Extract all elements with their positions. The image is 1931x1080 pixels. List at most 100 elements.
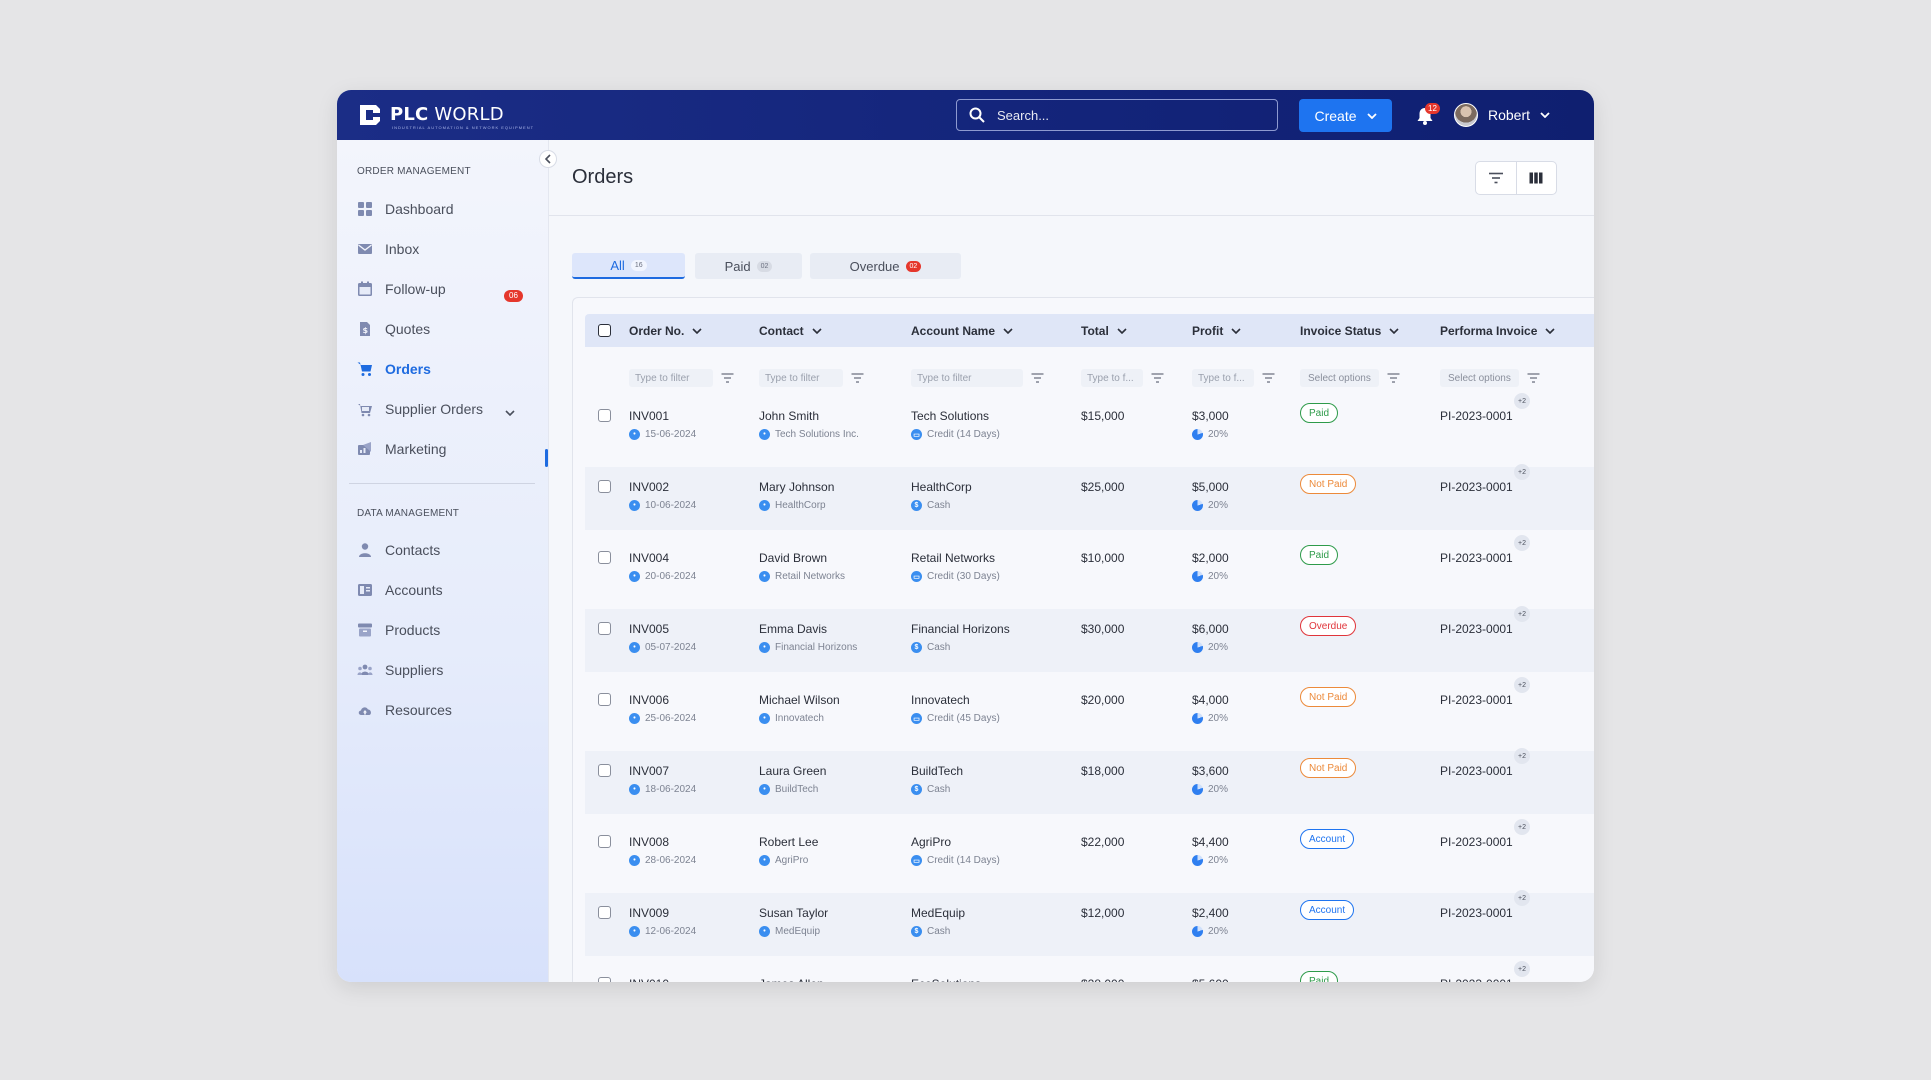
filter-lines-icon[interactable] bbox=[1262, 373, 1275, 383]
filter-lines-icon[interactable] bbox=[1387, 373, 1400, 383]
table-row[interactable]: INV006 • 25-06-2024 Michael Wilson • Innovate… bbox=[585, 677, 1594, 743]
order-number[interactable]: INV008 bbox=[629, 835, 669, 849]
order-number[interactable]: INV004 bbox=[629, 551, 669, 565]
status-badge[interactable]: Paid bbox=[1300, 545, 1339, 565]
row-checkbox[interactable] bbox=[598, 906, 611, 919]
sidebar-item-contacts[interactable]: Contacts bbox=[357, 538, 547, 562]
filter-input[interactable] bbox=[911, 369, 1023, 387]
table-row[interactable]: INV010 James Allen EcoSolutions $28,000 $5,6… bbox=[585, 961, 1594, 982]
performa-invoice-number[interactable]: PI-2023-0001 bbox=[1440, 835, 1513, 849]
sidebar-item-supplier-orders[interactable]: Supplier Orders bbox=[357, 397, 547, 421]
table-row[interactable]: INV004 • 20-06-2024 David Brown • Retail Netw… bbox=[585, 535, 1594, 601]
contact-name[interactable]: Mary Johnson bbox=[759, 480, 834, 494]
performa-invoice-number[interactable]: PI-2023-0001 bbox=[1440, 480, 1513, 494]
filter-input[interactable] bbox=[759, 369, 843, 387]
filter-input[interactable] bbox=[1192, 369, 1254, 387]
account-name[interactable]: MedEquip bbox=[911, 906, 965, 920]
column-header-contact[interactable]: Contact bbox=[759, 314, 822, 347]
account-name[interactable]: Retail Networks bbox=[911, 551, 995, 565]
status-badge[interactable]: Account bbox=[1300, 829, 1355, 849]
sidebar-item-products[interactable]: Products bbox=[357, 618, 547, 642]
search-box[interactable] bbox=[956, 99, 1278, 131]
table-row[interactable]: INV008 • 28-06-2024 Robert Lee • AgriPro AgriP… bbox=[585, 819, 1594, 885]
select-all-checkbox[interactable] bbox=[598, 324, 611, 337]
contact-name[interactable]: James Allen bbox=[759, 977, 824, 982]
performa-invoice-number[interactable]: PI-2023-0001 bbox=[1440, 977, 1513, 982]
tab-overdue[interactable]: Overdue 02 bbox=[810, 253, 961, 279]
column-header-order-no[interactable]: Order No. bbox=[629, 314, 702, 347]
row-checkbox[interactable] bbox=[598, 693, 611, 706]
sidebar-item-quotes[interactable]: $ Quotes bbox=[357, 317, 547, 341]
create-button[interactable]: Create bbox=[1299, 99, 1392, 132]
row-checkbox[interactable] bbox=[598, 977, 611, 982]
sidebar-item-follow-up[interactable]: Follow-up bbox=[357, 277, 547, 301]
performa-invoice-number[interactable]: PI-2023-0001 bbox=[1440, 551, 1513, 565]
order-number[interactable]: INV010 bbox=[629, 977, 669, 982]
more-invoices-badge[interactable]: +2 bbox=[1514, 677, 1530, 693]
more-invoices-badge[interactable]: +2 bbox=[1514, 464, 1530, 480]
sidebar-item-orders[interactable]: Orders bbox=[357, 357, 547, 381]
status-badge[interactable]: Not Paid bbox=[1300, 687, 1357, 707]
sidebar-item-suppliers[interactable]: Suppliers bbox=[357, 658, 547, 682]
more-invoices-badge[interactable]: +2 bbox=[1514, 535, 1530, 551]
contact-name[interactable]: David Brown bbox=[759, 551, 827, 565]
column-header-account-name[interactable]: Account Name bbox=[911, 314, 1013, 347]
table-row[interactable]: INV002 • 10-06-2024 Mary Johnson • HealthCorp… bbox=[585, 464, 1594, 530]
performa-invoice-number[interactable]: PI-2023-0001 bbox=[1440, 764, 1513, 778]
row-checkbox[interactable] bbox=[598, 622, 611, 635]
column-header-profit[interactable]: Profit bbox=[1192, 314, 1241, 347]
more-invoices-badge[interactable]: +2 bbox=[1514, 606, 1530, 622]
sidebar-item-dashboard[interactable]: Dashboard bbox=[357, 197, 547, 221]
account-name[interactable]: Financial Horizons bbox=[911, 622, 1010, 636]
order-number[interactable]: INV007 bbox=[629, 764, 669, 778]
collapse-sidebar-button[interactable] bbox=[539, 150, 557, 168]
status-badge[interactable]: Paid bbox=[1300, 971, 1339, 982]
filter-lines-icon[interactable] bbox=[851, 373, 864, 383]
account-name[interactable]: Innovatech bbox=[911, 693, 970, 707]
status-badge[interactable]: Paid bbox=[1300, 403, 1339, 423]
order-number[interactable]: INV001 bbox=[629, 409, 669, 423]
sidebar-item-accounts[interactable]: Accounts bbox=[357, 578, 547, 602]
order-number[interactable]: INV002 bbox=[629, 480, 669, 494]
account-name[interactable]: HealthCorp bbox=[911, 480, 972, 494]
more-invoices-badge[interactable]: +2 bbox=[1514, 748, 1530, 764]
row-checkbox[interactable] bbox=[598, 409, 611, 422]
sidebar-item-marketing[interactable]: Marketing bbox=[357, 437, 547, 461]
contact-name[interactable]: Robert Lee bbox=[759, 835, 818, 849]
order-number[interactable]: INV005 bbox=[629, 622, 669, 636]
more-invoices-badge[interactable]: +2 bbox=[1514, 961, 1530, 977]
column-header-performa-invoice[interactable]: Performa Invoice bbox=[1440, 314, 1555, 347]
status-badge[interactable]: Overdue bbox=[1300, 616, 1357, 636]
filter-lines-icon[interactable] bbox=[721, 373, 734, 383]
filter-input[interactable] bbox=[1081, 369, 1143, 387]
sidebar-item-resources[interactable]: Resources bbox=[357, 698, 547, 722]
tab-all[interactable]: All 16 bbox=[572, 253, 685, 279]
account-name[interactable]: AgriPro bbox=[911, 835, 951, 849]
filter-lines-icon[interactable] bbox=[1151, 373, 1164, 383]
column-header-invoice-status[interactable]: Invoice Status bbox=[1300, 314, 1399, 347]
more-invoices-badge[interactable]: +2 bbox=[1514, 393, 1530, 409]
status-badge[interactable]: Not Paid bbox=[1300, 474, 1357, 494]
status-badge[interactable]: Account bbox=[1300, 900, 1355, 920]
contact-name[interactable]: Laura Green bbox=[759, 764, 826, 778]
more-invoices-badge[interactable]: +2 bbox=[1514, 819, 1530, 835]
status-badge[interactable]: Not Paid bbox=[1300, 758, 1357, 778]
filter-lines-icon[interactable] bbox=[1527, 373, 1540, 383]
performa-invoice-number[interactable]: PI-2023-0001 bbox=[1440, 409, 1513, 423]
order-number[interactable]: INV006 bbox=[629, 693, 669, 707]
sidebar-item-inbox[interactable]: Inbox bbox=[357, 237, 547, 261]
logo[interactable]: PLC WORLD INDUSTRIAL AUTOMATION & NETWOR… bbox=[356, 100, 533, 130]
table-row[interactable]: INV009 • 12-06-2024 Susan Taylor • MedEquip Me… bbox=[585, 890, 1594, 956]
filter-view-button[interactable] bbox=[1476, 162, 1516, 194]
row-checkbox[interactable] bbox=[598, 480, 611, 493]
performa-invoice-number[interactable]: PI-2023-0001 bbox=[1440, 693, 1513, 707]
row-checkbox[interactable] bbox=[598, 551, 611, 564]
performa-invoice-number[interactable]: PI-2023-0001 bbox=[1440, 906, 1513, 920]
tab-paid[interactable]: Paid 02 bbox=[695, 253, 802, 279]
invoice-status-select[interactable]: Select options bbox=[1300, 369, 1379, 387]
contact-name[interactable]: John Smith bbox=[759, 409, 819, 423]
contact-name[interactable]: Emma Davis bbox=[759, 622, 827, 636]
table-row[interactable]: INV005 • 05-07-2024 Emma Davis • Financial Ho… bbox=[585, 606, 1594, 672]
account-name[interactable]: BuildTech bbox=[911, 764, 963, 778]
more-invoices-badge[interactable]: +2 bbox=[1514, 890, 1530, 906]
